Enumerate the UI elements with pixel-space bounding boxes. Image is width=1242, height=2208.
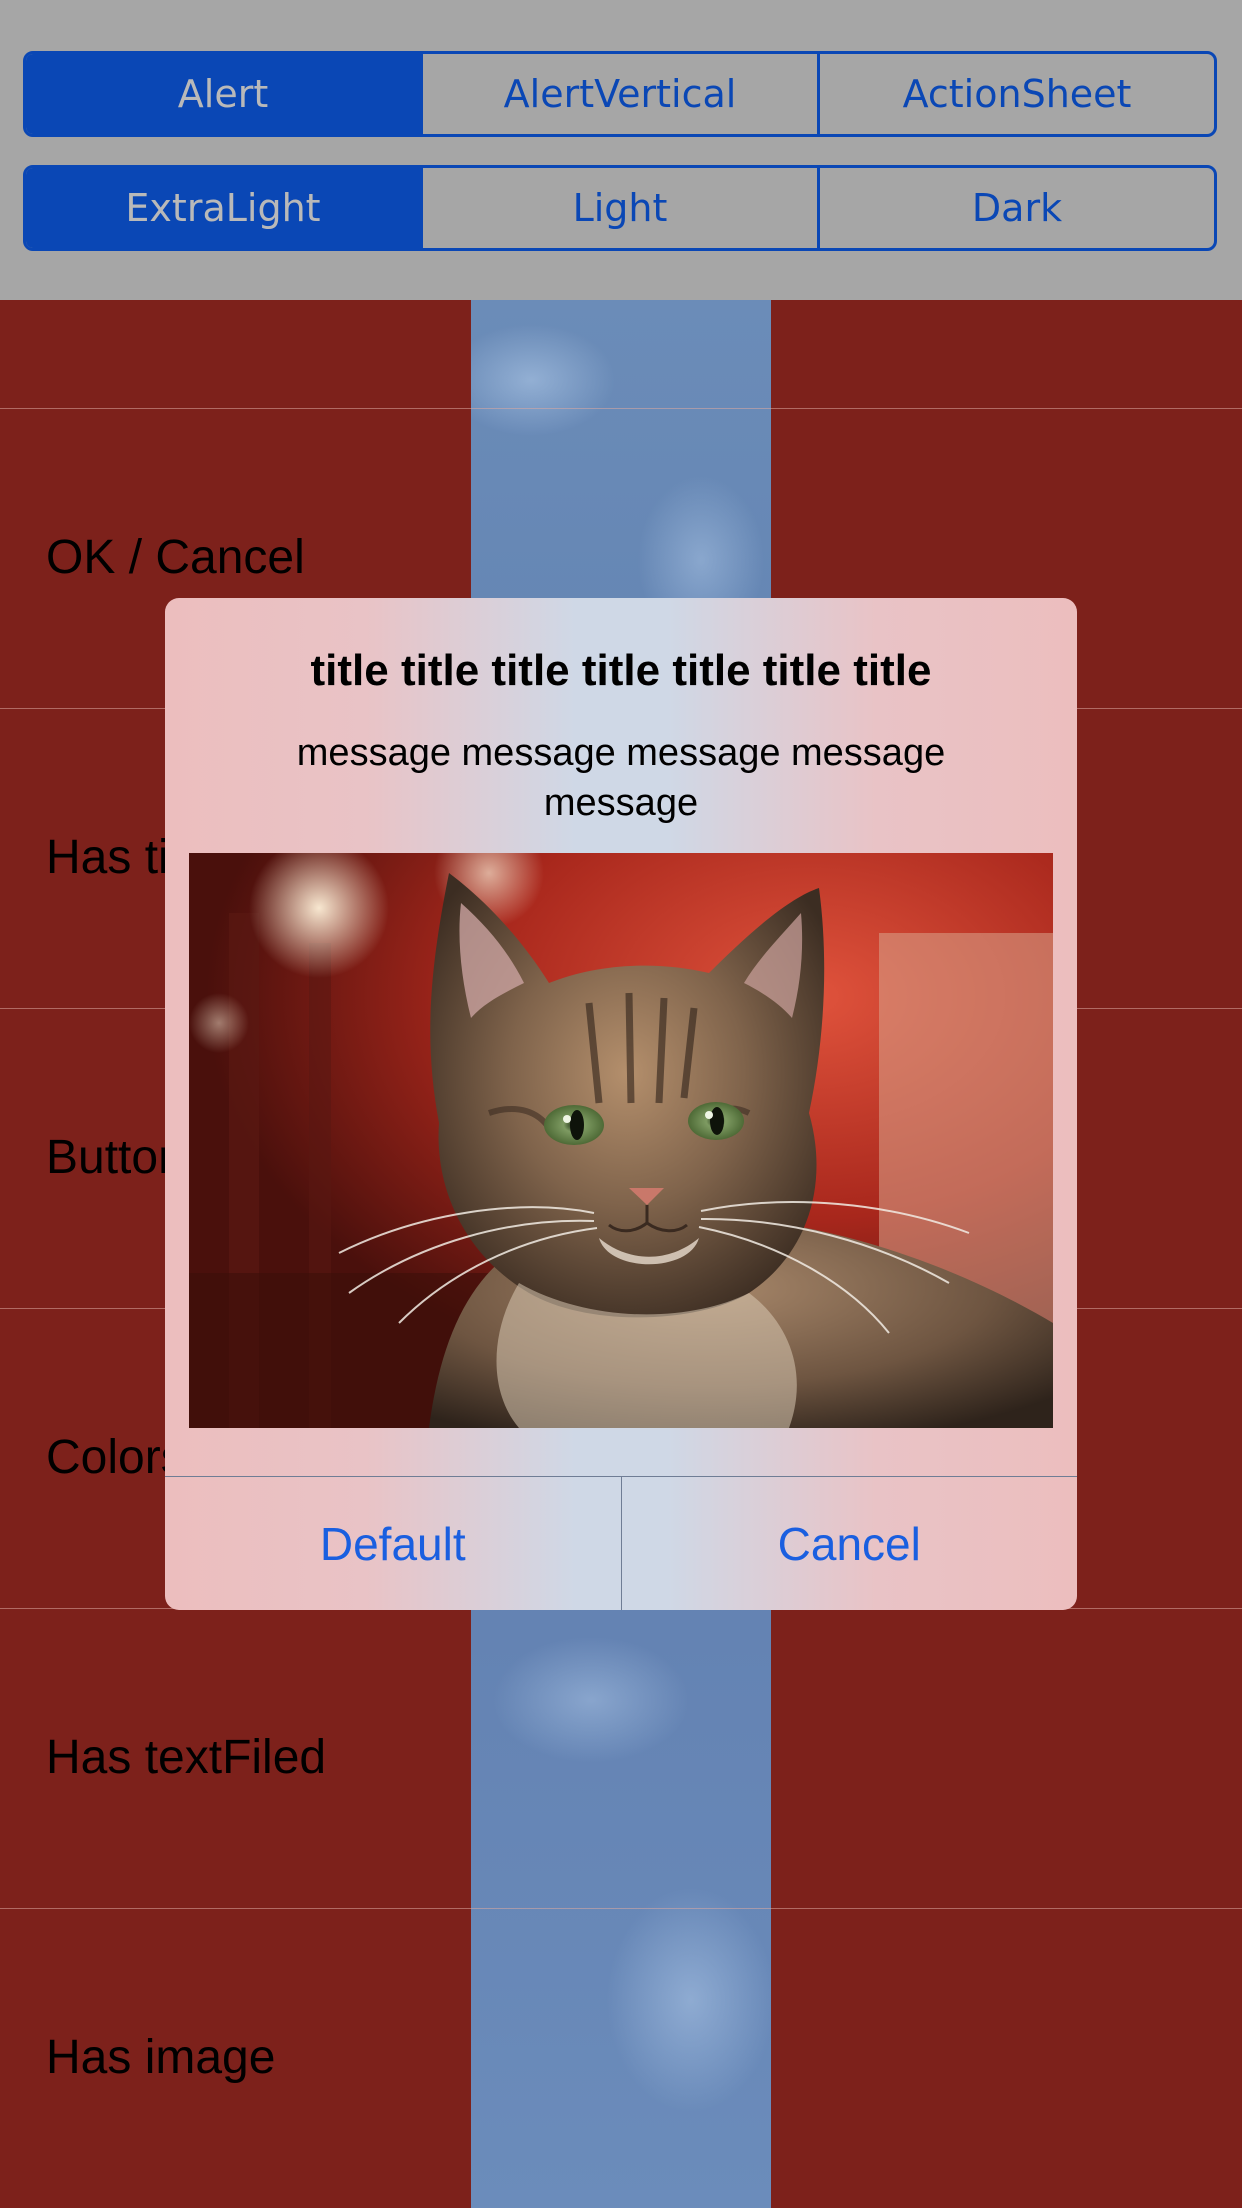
segment-action-sheet[interactable]: ActionSheet: [817, 54, 1214, 134]
table-row-has-textfield[interactable]: Has textFiled: [0, 1608, 1242, 1908]
row-label: OK / Cancel: [46, 531, 305, 584]
row-label: Has image: [46, 2031, 276, 2084]
segment-dark[interactable]: Dark: [817, 168, 1214, 248]
screen: Alert AlertVertical ActionSheet ExtraLig…: [0, 0, 1242, 2208]
alert-message: message message message message message: [296, 732, 946, 824]
row-label: Has textFiled: [46, 1731, 327, 1784]
row-label: Colors: [46, 1431, 185, 1484]
segment-alert[interactable]: Alert: [26, 54, 420, 134]
default-button[interactable]: Default: [165, 1477, 621, 1610]
table-row[interactable]: [0, 300, 1242, 408]
cat-image: [189, 853, 1053, 1428]
alert-dialog: title title title title title title titl…: [165, 598, 1077, 1610]
top-controls: Alert AlertVertical ActionSheet ExtraLig…: [0, 0, 1242, 300]
cancel-button[interactable]: Cancel: [620, 1477, 1078, 1610]
table-row-has-image[interactable]: Has image: [0, 1908, 1242, 2208]
blur-style-segmented-control: ExtraLight Light Dark: [23, 165, 1217, 251]
segment-alert-vertical[interactable]: AlertVertical: [420, 54, 817, 134]
alert-title: title title title title title title titl…: [310, 646, 932, 695]
segment-light[interactable]: Light: [420, 168, 817, 248]
alert-style-segmented-control: Alert AlertVertical ActionSheet: [23, 51, 1217, 137]
segment-extra-light[interactable]: ExtraLight: [26, 168, 420, 248]
alert-button-bar: Default Cancel: [165, 1476, 1077, 1610]
